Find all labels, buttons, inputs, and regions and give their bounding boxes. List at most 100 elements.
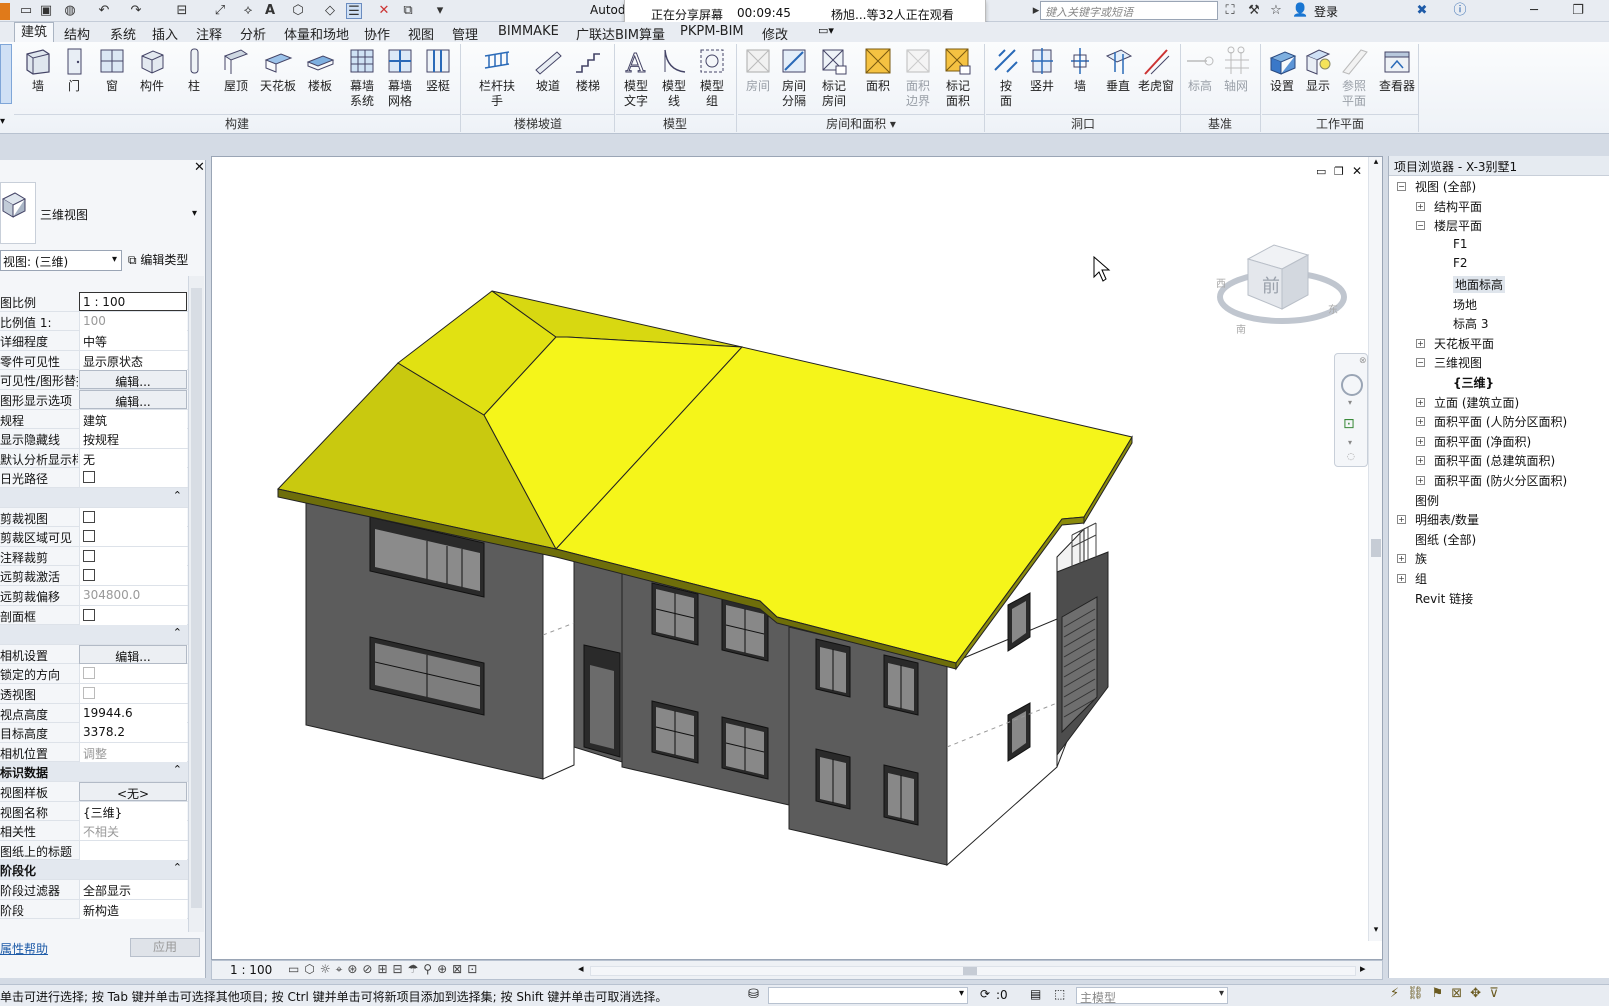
property-value[interactable] — [79, 507, 187, 527]
apply-button[interactable]: 应用 — [130, 938, 200, 957]
switch-windows-icon[interactable]: ⧉ — [400, 3, 416, 19]
level-button[interactable]: 标高 — [1180, 46, 1220, 94]
undo-icon[interactable]: ↶ — [96, 3, 112, 19]
model-group-button[interactable]: 模型 组 — [692, 46, 732, 109]
browser-node[interactable]: 结构平面 — [1434, 198, 1482, 215]
modify-tool-button[interactable] — [0, 44, 12, 104]
property-value[interactable] — [79, 468, 187, 488]
tab-bimmake[interactable]: BIMMAKE — [498, 24, 559, 39]
property-section-header[interactable]: ⌃ — [0, 488, 188, 508]
open-icon[interactable]: ▭ — [18, 3, 34, 19]
vertical-scroll-thumb[interactable] — [1371, 539, 1381, 557]
stair-button[interactable]: 楼梯 — [568, 46, 608, 94]
expand-icon[interactable]: + — [1416, 476, 1425, 485]
section-icon[interactable]: ◇ — [322, 3, 338, 19]
property-value[interactable] — [79, 664, 187, 684]
collapse-icon[interactable]: ⌃ — [173, 626, 182, 639]
select-dropdown-icon[interactable]: ▾ — [0, 116, 5, 127]
curtain-grid-button[interactable]: 幕墙 网格 — [380, 46, 420, 109]
steering-dropdown-icon[interactable]: ▾ — [1348, 398, 1352, 407]
property-checkbox[interactable] — [83, 510, 95, 523]
room-button[interactable]: 房间 — [738, 46, 778, 94]
window-button[interactable]: 窗 — [92, 46, 132, 94]
close-hidden-icon[interactable]: ✕ — [376, 3, 392, 19]
property-checkbox[interactable] — [83, 471, 95, 484]
navbar-close-icon[interactable]: ⊗ — [1359, 356, 1367, 366]
browser-node[interactable]: F1 — [1453, 237, 1468, 251]
expand-icon[interactable]: + — [1397, 574, 1406, 583]
mullion-button[interactable]: 竖梃 — [418, 46, 458, 94]
zoom-dropdown-icon[interactable]: ▾ — [1348, 438, 1352, 447]
sync-icon[interactable]: ◍ — [62, 3, 78, 19]
compass-south[interactable]: 南 — [1236, 323, 1246, 336]
property-value[interactable]: 编辑... — [79, 390, 187, 409]
property-value[interactable]: 建筑 — [79, 409, 187, 429]
help-icon[interactable]: ⓘ — [1452, 3, 1468, 19]
browser-node[interactable]: 楼层平面 — [1434, 217, 1482, 234]
area-button[interactable]: 面积 — [858, 46, 898, 94]
model-text-button[interactable]: A 模型 文字 — [616, 46, 656, 109]
property-value[interactable] — [79, 566, 187, 586]
tab-annotate[interactable]: 注释 — [196, 24, 222, 43]
share-viewers[interactable]: 杨旭...等32人正在观看 — [831, 6, 954, 23]
property-value[interactable] — [79, 684, 187, 703]
railing-button[interactable]: 栏杆扶手 — [474, 46, 520, 109]
browser-node[interactable]: 立面 (建筑立面) — [1434, 394, 1519, 411]
set-workplane-button[interactable]: 设置 — [1262, 46, 1302, 94]
browser-node[interactable]: Revit 链接 — [1415, 590, 1473, 607]
property-value[interactable]: 不相关 — [79, 821, 187, 841]
ribbon-toggle-icon[interactable]: ▭▾ — [818, 24, 834, 37]
ceiling-button[interactable]: 天花板 — [258, 46, 298, 94]
property-value[interactable]: 新构造 — [79, 899, 187, 919]
browser-node[interactable]: 图例 — [1415, 492, 1439, 509]
property-value[interactable] — [79, 527, 187, 547]
design-option-select[interactable]: 主模型 ▾ — [1076, 987, 1228, 1005]
tab-architecture[interactable]: 建筑 — [14, 22, 55, 43]
expand-icon[interactable]: + — [1416, 201, 1425, 211]
property-value[interactable]: 100 — [79, 311, 187, 331]
browser-node[interactable]: 面积平面 (总建筑面积) — [1434, 452, 1555, 469]
collapse-icon[interactable]: − — [1416, 221, 1425, 231]
type-dropdown-icon[interactable]: ▾ — [192, 208, 197, 219]
design-options-icon[interactable]: ▤ — [1030, 987, 1041, 1001]
tab-glodon[interactable]: 广联达BIM算量 — [576, 24, 665, 43]
grid-button[interactable]: 轴网 — [1216, 46, 1256, 94]
model-line-button[interactable]: 模型 线 — [654, 46, 694, 109]
curtain-system-button[interactable]: 幕墙 系统 — [342, 46, 382, 109]
navbar-options-icon[interactable]: ◌ — [1347, 452, 1355, 462]
expand-icon[interactable]: + — [1416, 436, 1425, 446]
view-control-icons[interactable]: ▭⬡☼⌖⊛⊘⊞⊟☂⚲⊕⊠⊡ — [288, 962, 482, 977]
collapse-icon[interactable]: − — [1397, 182, 1406, 191]
model-options-icon[interactable]: ⬚ — [1054, 987, 1065, 1001]
browser-node[interactable]: 场地 — [1453, 296, 1477, 313]
text-icon[interactable]: A — [262, 3, 278, 19]
qat-dropdown-icon[interactable]: ▾ — [432, 3, 448, 19]
navigation-bar[interactable]: ⊗ ▾ ⊡ ▾ ◌ — [1334, 353, 1368, 467]
view-scale[interactable]: 1 : 100 — [230, 963, 272, 977]
dormer-button[interactable]: 老虎窗 — [1136, 46, 1176, 94]
collapse-icon[interactable]: ⌃ — [173, 489, 182, 502]
tab-manage[interactable]: 管理 — [452, 24, 478, 43]
area-boundary-button[interactable]: 面积 边界 — [898, 46, 938, 109]
expand-icon[interactable]: + — [1397, 554, 1406, 564]
scrollbar-thumb[interactable] — [191, 288, 202, 908]
browser-node[interactable]: 组 — [1415, 570, 1427, 587]
property-value[interactable]: 全部显示 — [79, 880, 187, 899]
browser-node[interactable]: 族 — [1415, 550, 1427, 567]
viewport-vertical-scrollbar[interactable]: ▴ ▾ — [1368, 157, 1382, 941]
show-workplane-button[interactable]: 显示 — [1298, 46, 1338, 94]
hscroll-right-icon[interactable]: ▸ — [1360, 962, 1366, 975]
browser-node[interactable]: 面积平面 (防火分区面积) — [1434, 472, 1567, 489]
property-value[interactable]: 调整 — [79, 742, 187, 762]
tab-modify[interactable]: 修改 — [762, 24, 788, 43]
exchange-icon[interactable]: ✖ — [1414, 3, 1430, 19]
browser-node[interactable]: 三维视图 — [1434, 354, 1482, 371]
expand-icon[interactable]: + — [1397, 515, 1406, 525]
redo-icon[interactable]: ↷ — [128, 3, 144, 19]
wall-opening-button[interactable]: 墙 — [1060, 46, 1100, 94]
horizontal-scroll-thumb[interactable] — [963, 967, 977, 975]
compass-east[interactable]: 东 — [1328, 303, 1338, 316]
property-value[interactable]: 1 : 100 — [79, 292, 187, 311]
browser-node[interactable]: 图纸 (全部) — [1415, 531, 1476, 548]
collapse-icon[interactable]: ⌃ — [173, 861, 182, 874]
